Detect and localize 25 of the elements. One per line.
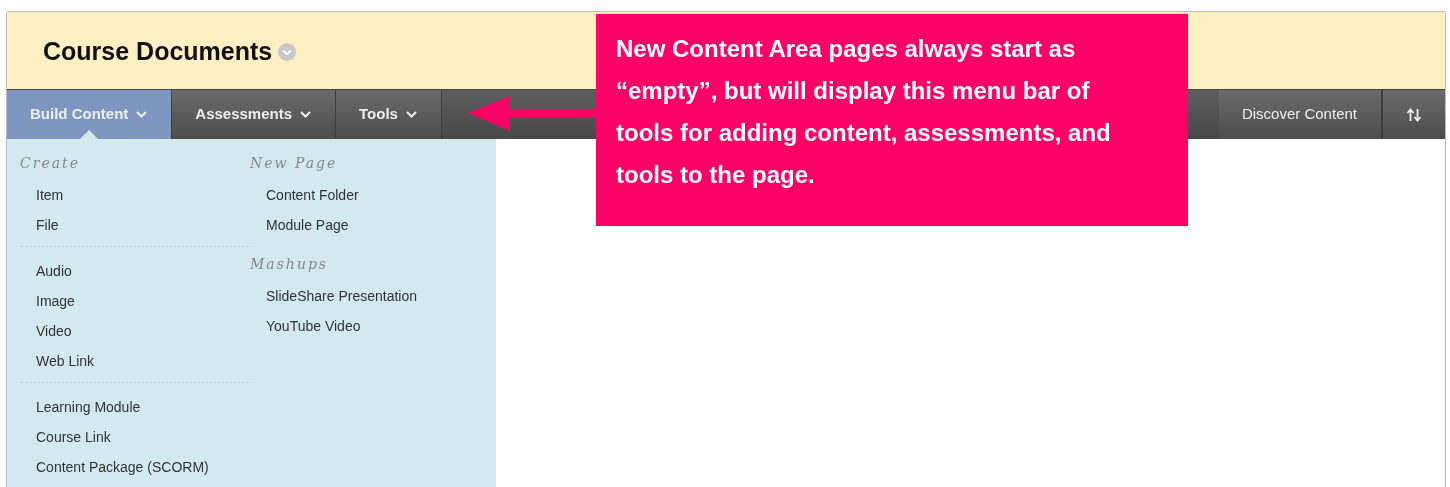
menu-item[interactable]: Web Link <box>20 352 250 370</box>
callout-box: New Content Area pages always start as “empty”, but will display this menu bar of tools for adding content, assessments, and tools to the page. <box>596 14 1188 226</box>
page-title: Course Documents <box>43 35 273 66</box>
menu-item[interactable]: Content Package (SCORM) <box>20 458 250 476</box>
menu-item[interactable]: Image <box>20 292 250 310</box>
menu-item[interactable]: Video <box>20 322 250 340</box>
menu-item[interactable]: Content Folder <box>250 186 480 204</box>
menu-item[interactable]: YouTube Video <box>250 317 480 335</box>
section-heading: New Page <box>250 154 339 173</box>
chevron-down-icon <box>300 111 312 118</box>
section-heading: Create <box>20 154 81 173</box>
menu-item[interactable]: SlideShare Presentation <box>250 287 480 305</box>
menu-item[interactable]: File <box>20 216 250 234</box>
options-chevron-icon[interactable] <box>278 43 297 61</box>
chevron-down-icon <box>405 111 417 118</box>
menu-item[interactable]: Learning Module <box>20 398 250 416</box>
menu-item[interactable]: Course Link <box>20 428 250 446</box>
sort-arrows-icon <box>1406 107 1422 122</box>
menu-item[interactable]: Module Page <box>250 216 480 234</box>
menu-item[interactable]: Item <box>20 186 250 204</box>
arrow-icon <box>468 96 596 132</box>
menu-item[interactable]: Audio <box>20 262 250 280</box>
chevron-down-icon <box>136 111 148 118</box>
menu-tab[interactable]: Discover Content <box>1218 90 1382 139</box>
section-heading: Mashups <box>250 255 330 274</box>
